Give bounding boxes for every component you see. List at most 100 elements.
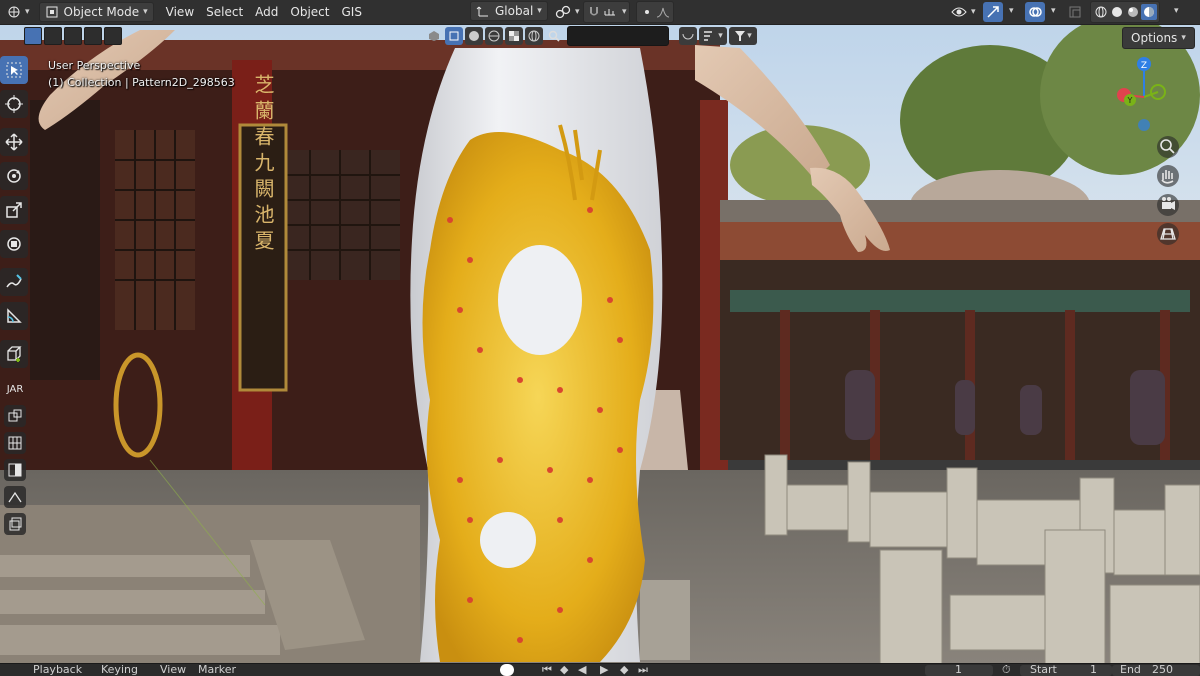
navigation-gizmo[interactable]: Z Y — [1100, 52, 1200, 252]
texture-filter-icon[interactable] — [505, 27, 523, 45]
addon-tool-3[interactable] — [4, 459, 26, 481]
end-frame-field[interactable]: End 250 — [1112, 663, 1200, 676]
play-icon[interactable]: ▶ — [600, 664, 608, 676]
signboard-text: 芝蘭春九闕池夏 — [251, 74, 275, 256]
orientation-label: Global — [495, 4, 534, 18]
addon-tool-5[interactable] — [4, 513, 26, 535]
3d-viewport[interactable]: 芝蘭春九闕池夏 User Perspective (1) Collection … — [0, 0, 1200, 675]
rendered-shading-icon[interactable] — [1141, 4, 1157, 20]
addon-tab-jar[interactable]: JAR — [4, 378, 26, 400]
transform-orientation-dropdown[interactable]: Global ▾ — [470, 1, 548, 21]
next-keyframe-icon[interactable]: ◆ — [620, 664, 628, 676]
menu-select[interactable]: Select — [200, 2, 249, 22]
start-frame-field[interactable]: Start 1 — [1020, 663, 1112, 676]
overlays-toggle[interactable] — [1025, 2, 1045, 22]
zoom-icon[interactable] — [1157, 136, 1179, 158]
wireframe-shading-icon[interactable] — [1093, 4, 1109, 20]
cursor-arrow-icon — [6, 62, 22, 78]
select-box-tool[interactable] — [0, 56, 28, 84]
world-filter-icon[interactable] — [485, 27, 503, 45]
sphere-filter-icon[interactable] — [465, 27, 483, 45]
transform-tool[interactable] — [0, 230, 28, 258]
visibility-button[interactable]: ▾ — [946, 2, 981, 22]
mesh-filter-icon[interactable] — [425, 27, 443, 45]
scale-tool[interactable] — [0, 196, 28, 224]
material-shading-icon[interactable] — [1125, 4, 1141, 20]
select-intersect-icon[interactable] — [104, 27, 122, 45]
tool-settings-row: ▾ ▾ Options ▾ — [0, 25, 1200, 49]
tool-shelf: JAR — [0, 56, 30, 540]
object-filter-icon[interactable] — [445, 27, 463, 45]
cursor-tool[interactable] — [0, 90, 28, 118]
addon-tool-2[interactable] — [4, 432, 26, 454]
select-new-icon[interactable] — [24, 27, 42, 45]
rotate-tool[interactable] — [0, 162, 28, 190]
chevron-down-icon: ▾ — [143, 7, 148, 17]
end-value: 250 — [1152, 663, 1173, 676]
measure-tool[interactable] — [0, 302, 28, 330]
falloff-curve-icon[interactable] — [655, 4, 671, 20]
menu-add[interactable]: Add — [249, 2, 284, 22]
addon-tab-label: JAR — [6, 383, 24, 395]
move-tool[interactable] — [0, 128, 28, 156]
add-cube-tool[interactable] — [0, 340, 28, 368]
camera-icon[interactable] — [1157, 194, 1179, 216]
current-frame-field[interactable]: 1 — [925, 664, 993, 676]
select-invert-icon[interactable] — [84, 27, 102, 45]
chevron-down-icon[interactable]: ▾ — [1174, 6, 1179, 16]
gizmo-toggle[interactable] — [983, 2, 1003, 22]
filter-funnel-icon[interactable]: ▾ — [729, 27, 757, 45]
chevron-down-icon: ▾ — [575, 7, 580, 17]
proportional-edit-group — [636, 1, 674, 23]
options-dropdown[interactable]: Options ▾ — [1122, 27, 1195, 49]
addon-tool-1[interactable] — [4, 405, 26, 427]
globe-filter-icon[interactable] — [525, 27, 543, 45]
menu-object[interactable]: Object — [284, 2, 335, 22]
start-value: 1 — [1090, 663, 1097, 676]
record-button-icon[interactable] — [500, 664, 514, 676]
select-extend-icon[interactable] — [44, 27, 62, 45]
play-reverse-icon[interactable]: ◀ — [578, 664, 586, 676]
pan-hand-icon[interactable] — [1157, 165, 1179, 187]
marker-menu[interactable]: Marker — [198, 664, 236, 676]
select-subtract-icon[interactable] — [64, 27, 82, 45]
split-panel-icon — [8, 463, 22, 477]
grid-view-icon[interactable] — [1157, 223, 1179, 245]
playback-menu[interactable]: Playback — [33, 664, 82, 676]
annotate-tool[interactable] — [0, 268, 28, 296]
rotate-icon — [7, 169, 21, 183]
solid-shading-icon[interactable] — [1109, 4, 1125, 20]
view-menu[interactable]: View — [160, 664, 186, 676]
menu-view[interactable]: View — [160, 2, 200, 22]
keying-menu[interactable]: Keying — [101, 664, 138, 676]
sort-list-icon[interactable]: ▾ — [699, 27, 727, 45]
prev-keyframe-icon[interactable]: ◆ — [560, 664, 568, 676]
addon-tool-4[interactable] — [4, 486, 26, 508]
scale-icon — [6, 202, 22, 218]
viewport-header: ▾ Object Mode ▾ View Select Add Object GI… — [0, 0, 1200, 25]
grid-box-icon — [8, 436, 22, 450]
interaction-mode-dropdown[interactable]: Object Mode ▾ — [38, 2, 154, 22]
magnet-snap-icon[interactable] — [586, 4, 602, 20]
annotate-pencil-icon — [6, 274, 22, 288]
eye-icon — [951, 7, 967, 17]
menu-gis[interactable]: GIS — [336, 2, 368, 22]
editor-type-button[interactable]: ▾ — [2, 2, 35, 22]
object-box-icon — [8, 409, 22, 422]
search-icon[interactable] — [545, 27, 563, 45]
orientation-axes-icon — [476, 6, 488, 17]
clock-icon[interactable]: ⏱ — [1002, 664, 1011, 676]
proportional-edit-icon[interactable] — [639, 4, 655, 20]
xray-toggle[interactable] — [1065, 2, 1085, 22]
jump-end-icon[interactable]: ⏭ — [638, 664, 648, 676]
jump-start-icon[interactable]: ⏮ — [542, 664, 552, 676]
chevron-down-icon[interactable]: ▾ — [1009, 6, 1014, 16]
chevron-down-icon[interactable]: ▾ — [1051, 6, 1056, 16]
snap-increment-icon[interactable] — [602, 4, 618, 20]
pivot-point-button[interactable]: ▾ — [550, 2, 585, 22]
search-input[interactable] — [567, 26, 669, 46]
perspective-label: User Perspective — [48, 59, 141, 72]
collection-label: (1) Collection | Pattern2D_298563 — [48, 76, 235, 89]
gizmo-z-neg-axis[interactable] — [1138, 119, 1150, 131]
half-circle-icon[interactable] — [679, 27, 697, 45]
